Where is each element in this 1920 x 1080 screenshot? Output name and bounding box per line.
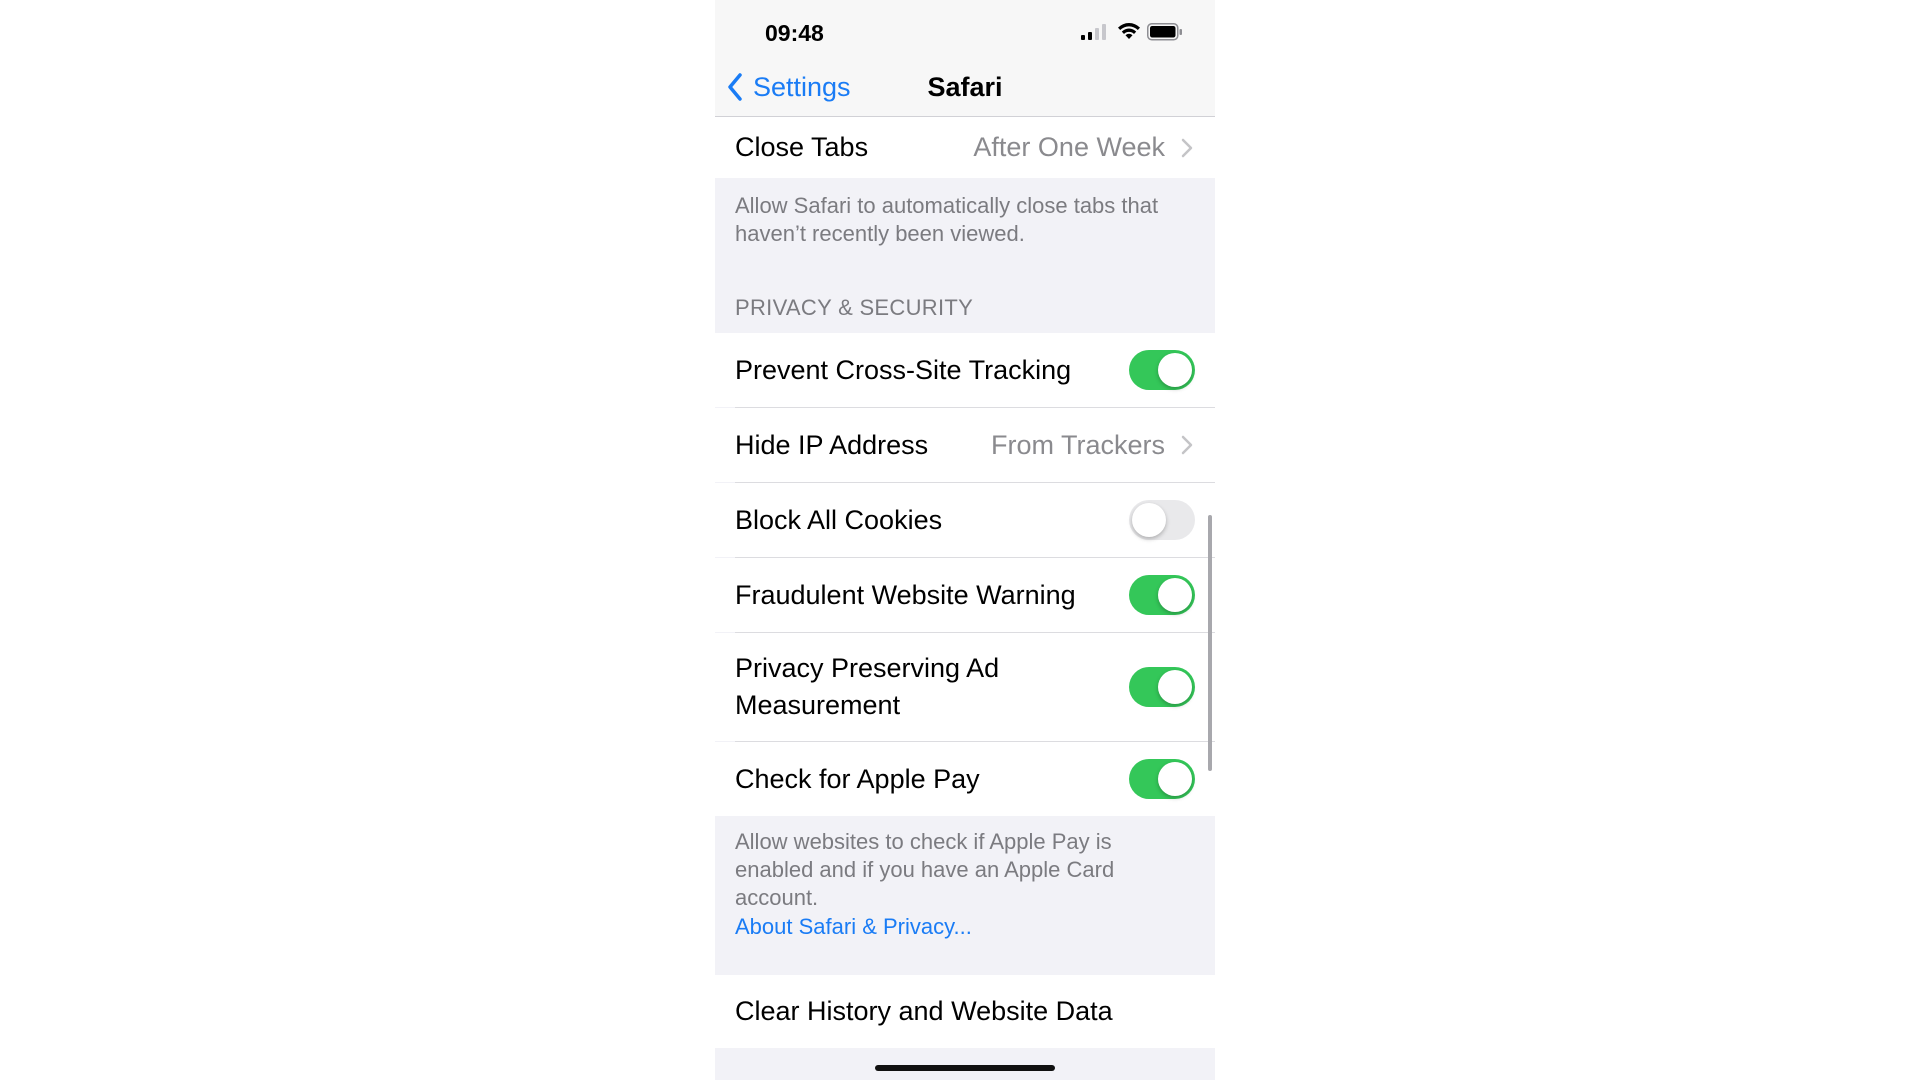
close-tabs-footer: Allow Safari to automatically close tabs… <box>735 193 1159 246</box>
fraudulent-website-warning-row: Fraudulent Website Warning <box>715 558 1215 632</box>
cellular-signal-icon <box>1081 24 1106 40</box>
hide-ip-address-value: From Trackers <box>990 429 1165 460</box>
home-indicator[interactable] <box>875 1065 1055 1071</box>
status-time: 09:48 <box>765 20 824 46</box>
privacy-preserving-ad-measurement-toggle[interactable] <box>1129 667 1195 707</box>
chevron-right-icon <box>1181 435 1193 455</box>
chevron-right-icon <box>1181 138 1193 157</box>
hide-ip-address-label: Hide IP Address <box>735 429 929 460</box>
toggle-knob <box>1158 353 1192 387</box>
fraudulent-website-warning-label: Fraudulent Website Warning <box>735 579 1076 610</box>
check-for-apple-pay-row: Check for Apple Pay <box>715 742 1215 816</box>
prevent-cross-site-tracking-toggle[interactable] <box>1129 350 1195 390</box>
prevent-cross-site-tracking-row: Prevent Cross-Site Tracking <box>715 333 1215 407</box>
block-all-cookies-toggle[interactable] <box>1129 500 1195 540</box>
check-for-apple-pay-toggle[interactable] <box>1129 759 1195 799</box>
close-tabs-value: After One Week <box>973 132 1165 162</box>
fraudulent-website-warning-toggle[interactable] <box>1129 575 1195 615</box>
clear-history-button[interactable]: Clear History and Website Data <box>735 993 1113 1030</box>
page-title: Safari <box>927 72 1003 102</box>
phone-screen: 09:48 Settings Safari Close Tabs After O… <box>715 0 1215 1080</box>
hide-ip-address-row[interactable]: Hide IP Address From Trackers <box>715 408 1215 482</box>
apple-pay-footer: Allow websites to check if Apple Pay is … <box>735 828 1185 941</box>
navigation-bar: Settings Safari <box>715 58 1215 117</box>
clear-history-row[interactable]: Clear History and Website Data <box>715 975 1215 1048</box>
status-bar: 09:48 <box>715 0 1215 58</box>
check-for-apple-pay-label: Check for Apple Pay <box>735 763 980 794</box>
privacy-preserving-ad-measurement-label: Privacy Preserving Ad Measurement <box>735 653 1000 720</box>
apple-pay-footer-text: Allow websites to check if Apple Pay is … <box>735 829 1115 910</box>
about-safari-privacy-link[interactable]: About Safari & Privacy... <box>735 913 1185 941</box>
block-all-cookies-row: Block All Cookies <box>715 483 1215 557</box>
battery-icon <box>1147 23 1182 41</box>
toggle-knob <box>1158 670 1192 704</box>
close-tabs-label: Close Tabs <box>735 132 869 162</box>
privacy-preserving-ad-measurement-row: Privacy Preserving Ad Measurement <box>715 633 1215 741</box>
toggle-knob <box>1158 762 1192 796</box>
block-all-cookies-label: Block All Cookies <box>735 504 943 535</box>
toggle-knob <box>1158 578 1192 612</box>
toggle-knob <box>1132 503 1166 537</box>
prevent-cross-site-tracking-label: Prevent Cross-Site Tracking <box>735 354 1072 385</box>
scrollbar[interactable] <box>1208 515 1212 771</box>
privacy-section-header: PRIVACY & SECURITY <box>735 295 974 320</box>
close-tabs-row[interactable]: Close Tabs After One Week <box>715 117 1215 178</box>
wifi-icon <box>1118 23 1140 39</box>
